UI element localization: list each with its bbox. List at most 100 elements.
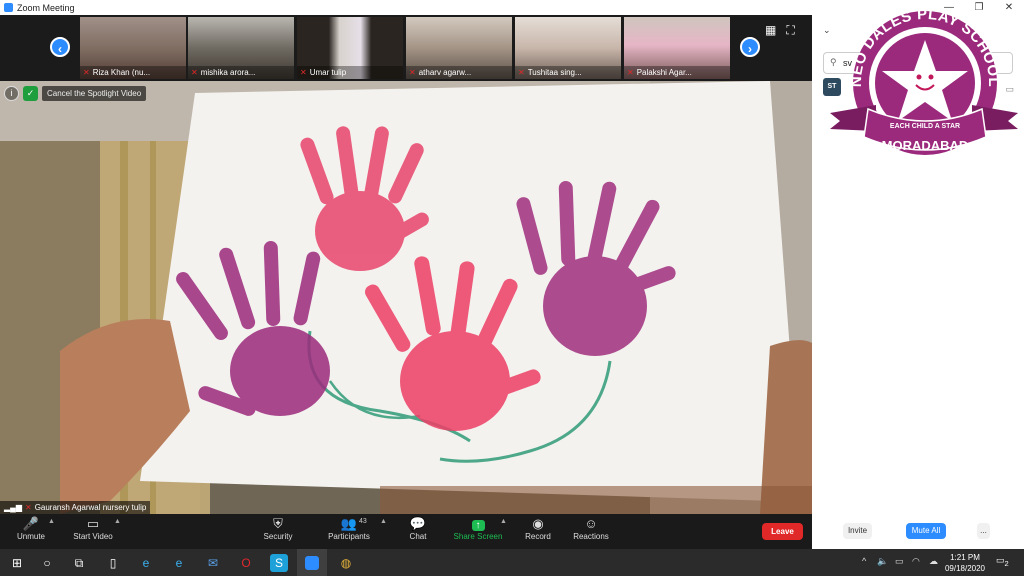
participant-count: 43 [359, 518, 367, 525]
video-tile[interactable]: ✕ Umar tulip [297, 17, 403, 79]
video-off-icon: ▭ [86, 516, 100, 531]
clock-time: 1:21 PM [950, 553, 980, 562]
system-clock[interactable]: 1:21 PM 09/18/2020 [944, 552, 986, 574]
leave-button[interactable]: Leave [762, 523, 803, 540]
muted-mic-icon: 🎤 [22, 516, 40, 531]
meeting-toolbar: 🎤 Unmute ▲ ▭ Start Video ▲ ⛨ Security 👥 … [0, 514, 812, 549]
windows-start-icon[interactable]: ⊞ [8, 554, 26, 572]
encryption-shield-icon[interactable]: ✓ [23, 86, 38, 101]
invite-button[interactable]: Invite [843, 523, 872, 539]
window-title: Zoom Meeting [17, 2, 75, 13]
muted-mic-icon: ✕ [83, 68, 90, 77]
muted-mic-icon: ✕ [191, 68, 198, 77]
security-label: Security [263, 532, 293, 541]
muted-mic-icon: ✕ [24, 503, 32, 512]
participant-name: atharv agarw... [418, 68, 472, 77]
security-button[interactable]: ⛨ Security [260, 516, 296, 541]
participants-caret-icon[interactable]: ▲ [380, 518, 387, 525]
tile-name-bar: ✕ Tushitaa sing... [515, 66, 621, 79]
info-icon[interactable]: i [4, 86, 19, 101]
start-video-button[interactable]: ▭ Start Video [70, 516, 116, 541]
video-tile[interactable]: ✕ Tushitaa sing... [515, 17, 621, 79]
gallery-view-controls: ▦ ⛶ [765, 23, 795, 38]
svg-text:EACH CHILD A STAR: EACH CHILD A STAR [890, 123, 960, 130]
task-view-icon[interactable]: ⧉ [70, 554, 88, 572]
video-tile[interactable]: ✕ Riza Khan (nu... [80, 17, 186, 79]
video-tile[interactable]: ✕ Palakshi Agar... [624, 17, 730, 79]
audio-options-caret-icon[interactable]: ▲ [48, 518, 55, 525]
school-logo: NEO DALES PLAY SCHOOL EACH CHILD A STAR … [830, 6, 1018, 155]
chat-label: Chat [409, 532, 427, 541]
spotlight-video: i ✓ Cancel the Spotlight Video ▂▄▆ ✕ Gau… [0, 81, 812, 514]
search-icon[interactable]: ○ [38, 554, 56, 572]
start-video-label: Start Video [73, 532, 113, 541]
svg-text:MORADABAD: MORADABAD [882, 138, 969, 153]
ie-icon[interactable]: e [170, 554, 188, 572]
cancel-spotlight-button[interactable]: Cancel the Spotlight Video [42, 86, 147, 101]
mute-all-button[interactable]: Mute All [906, 523, 946, 539]
more-options-button[interactable]: ... [977, 523, 990, 539]
mail-icon[interactable]: ✉ [204, 554, 222, 572]
cloud-icon[interactable]: ☁ [929, 556, 938, 567]
notification-count: 2 [1004, 558, 1009, 568]
video-tile[interactable]: ✕ mishika arora... [188, 17, 294, 79]
grid-view-icon[interactable]: ▦ [765, 23, 776, 38]
reactions-icon: ☺ [584, 516, 598, 531]
notification-center-icon[interactable]: ▭2 [996, 555, 1009, 568]
gallery-prev-button[interactable]: ‹ [50, 37, 70, 57]
fullscreen-icon[interactable]: ⛶ [786, 23, 794, 38]
file-icon[interactable]: ▯ [104, 554, 122, 572]
muted-mic-icon: ✕ [300, 68, 307, 77]
edge-icon[interactable]: e [137, 554, 155, 572]
chat-icon: 💬 [409, 516, 427, 531]
share-screen-label: Share Screen [453, 532, 503, 541]
participant-name: Umar tulip [309, 68, 347, 77]
zoom-app-icon [4, 3, 13, 12]
unmute-label: Unmute [16, 532, 45, 541]
muted-mic-icon: ✕ [627, 68, 634, 77]
record-button[interactable]: ◉ Record [522, 516, 554, 541]
participants-label: Participants [328, 532, 370, 541]
participant-name: mishika arora... [200, 68, 256, 77]
tile-name-bar: ✕ Umar tulip [297, 66, 403, 79]
unmute-button[interactable]: 🎤 Unmute [12, 516, 50, 541]
panel-footer: Invite Mute All ... [812, 523, 1024, 543]
participant-gallery-strip: ‹ ✕ Riza Khan (nu... ✕ mishika arora... … [0, 15, 812, 81]
share-screen-icon: ↑ [453, 516, 503, 532]
zoom-meeting-window: Zoom Meeting — ❐ ✕ ‹ ✕ Riza Khan (nu... … [0, 0, 1024, 576]
share-screen-button[interactable]: ↑ Share Screen [453, 516, 503, 541]
chat-button[interactable]: 💬 Chat [404, 516, 432, 541]
share-options-caret-icon[interactable]: ▲ [500, 518, 507, 525]
wifi-icon[interactable]: ◠ [912, 556, 920, 567]
record-label: Record [525, 532, 551, 541]
opera-icon[interactable]: O [237, 554, 255, 572]
skype-icon[interactable]: S [270, 554, 288, 572]
speaker-name-label: ▂▄▆ ✕ Gauransh Agarwal nursery tulip [0, 501, 151, 514]
muted-mic-icon: ✕ [409, 68, 416, 77]
tile-name-bar: ✕ Palakshi Agar... [624, 66, 730, 79]
reactions-button[interactable]: ☺ Reactions [572, 516, 610, 541]
chrome-icon[interactable]: ◍ [337, 554, 355, 572]
clock-date: 09/18/2020 [944, 564, 986, 573]
show-hidden-icons[interactable]: ^ [862, 556, 866, 566]
spotlight-video-feed [0, 81, 812, 514]
tile-name-bar: ✕ Riza Khan (nu... [80, 66, 186, 79]
gallery-next-button[interactable]: › [740, 37, 760, 57]
video-tile[interactable]: ✕ atharv agarw... [406, 17, 512, 79]
tile-name-bar: ✕ atharv agarw... [406, 66, 512, 79]
record-icon: ◉ [532, 516, 544, 531]
participant-name: Palakshi Agar... [636, 68, 692, 77]
muted-mic-icon: ✕ [518, 68, 525, 77]
video-options-caret-icon[interactable]: ▲ [114, 518, 121, 525]
zoom-taskbar-icon[interactable] [297, 549, 327, 576]
volume-icon[interactable]: 🔈 [877, 556, 888, 567]
tile-name-bar: ✕ mishika arora... [188, 66, 294, 79]
windows-taskbar: ⊞ ○ ⧉ ▯ e e ✉ O S ◍ ^ 🔈 ▭ ◠ ☁ 1:21 PM 09… [0, 549, 1024, 576]
participant-name: Tushitaa sing... [527, 68, 582, 77]
signal-bars-icon: ▂▄▆ [4, 503, 22, 512]
battery-icon[interactable]: ▭ [895, 556, 904, 567]
reactions-label: Reactions [573, 532, 609, 541]
shield-icon: ⛨ [273, 516, 283, 531]
spotlight-controls: i ✓ Cancel the Spotlight Video [4, 86, 147, 101]
participant-name: Riza Khan (nu... [92, 68, 151, 77]
